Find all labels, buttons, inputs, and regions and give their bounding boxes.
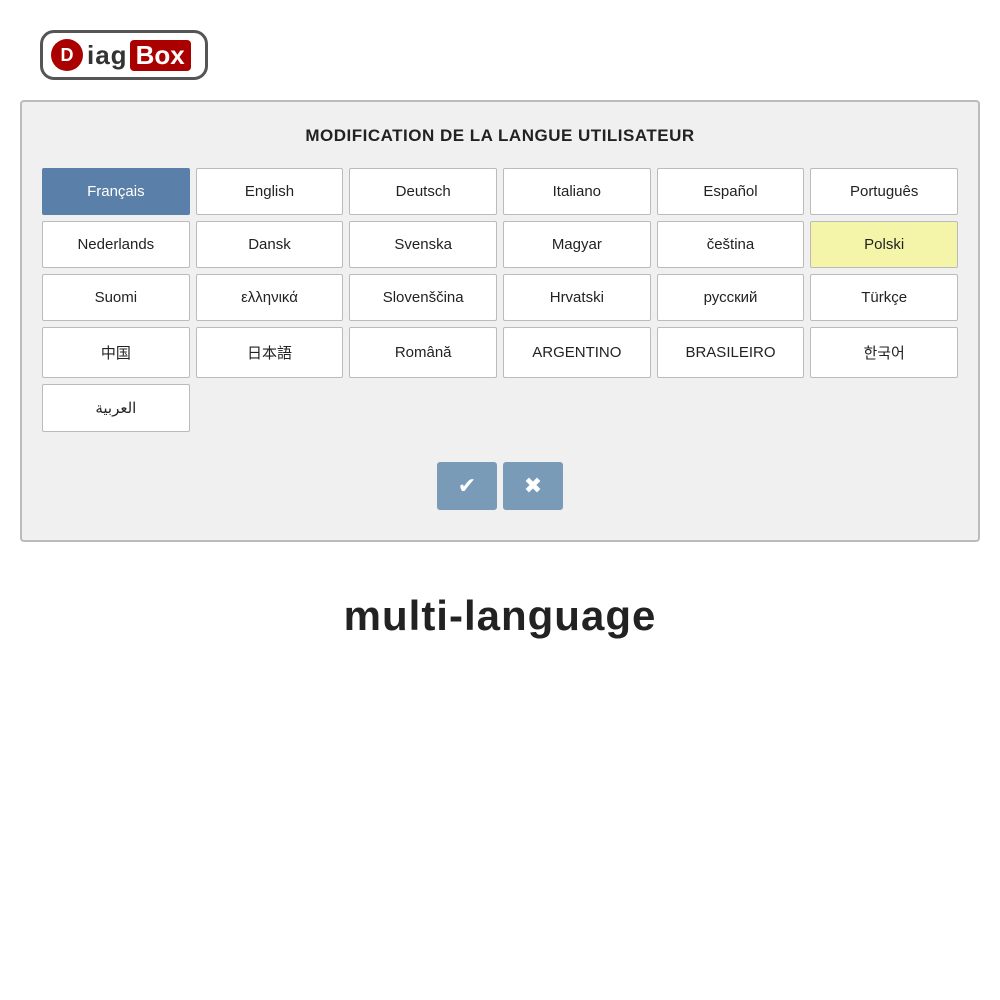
footer-text: multi-language [0, 592, 1000, 640]
lang-btn-sl[interactable]: Slovenščina [349, 274, 497, 321]
lang-btn-es[interactable]: Español [657, 168, 805, 215]
logo-area: D iag Box [0, 0, 1000, 100]
lang-btn-ko[interactable]: 한국어 [810, 327, 958, 378]
lang-btn-it[interactable]: Italiano [503, 168, 651, 215]
lang-btn-pt[interactable]: Português [810, 168, 958, 215]
lang-btn-cs[interactable]: čeština [657, 221, 805, 268]
lang-btn-fr[interactable]: Français [42, 168, 190, 215]
language-grid: FrançaisEnglishDeutschItalianoEspañolPor… [42, 168, 958, 432]
lang-btn-hr[interactable]: Hrvatski [503, 274, 651, 321]
logo-iag: iag [87, 40, 128, 71]
lang-btn-en[interactable]: English [196, 168, 344, 215]
lang-btn-ar2[interactable]: ARGENTINO [503, 327, 651, 378]
confirm-button[interactable]: ✔ [437, 462, 497, 510]
lang-btn-sv[interactable]: Svenska [349, 221, 497, 268]
lang-btn-el[interactable]: ελληνικά [196, 274, 344, 321]
lang-btn-pl[interactable]: Polski [810, 221, 958, 268]
lang-btn-fi[interactable]: Suomi [42, 274, 190, 321]
lang-btn-ja[interactable]: 日本語 [196, 327, 344, 378]
cancel-button[interactable]: ✖ [503, 462, 563, 510]
logo-d-circle: D [51, 39, 83, 71]
lang-btn-hu[interactable]: Magyar [503, 221, 651, 268]
diagbox-logo: D iag Box [40, 30, 208, 80]
lang-btn-ar[interactable]: العربية [42, 384, 190, 432]
lang-btn-ru[interactable]: русский [657, 274, 805, 321]
lang-btn-zh[interactable]: 中国 [42, 327, 190, 378]
dialog-title: MODIFICATION DE LA LANGUE UTILISATEUR [42, 126, 958, 146]
lang-btn-tr[interactable]: Türkçe [810, 274, 958, 321]
action-row: ✔ ✖ [42, 462, 958, 510]
lang-btn-de[interactable]: Deutsch [349, 168, 497, 215]
lang-btn-nl[interactable]: Nederlands [42, 221, 190, 268]
lang-btn-da[interactable]: Dansk [196, 221, 344, 268]
logo-box-word: Box [130, 40, 191, 71]
lang-btn-br[interactable]: BRASILEIRO [657, 327, 805, 378]
language-dialog: MODIFICATION DE LA LANGUE UTILISATEUR Fr… [20, 100, 980, 542]
lang-btn-ro[interactable]: Română [349, 327, 497, 378]
